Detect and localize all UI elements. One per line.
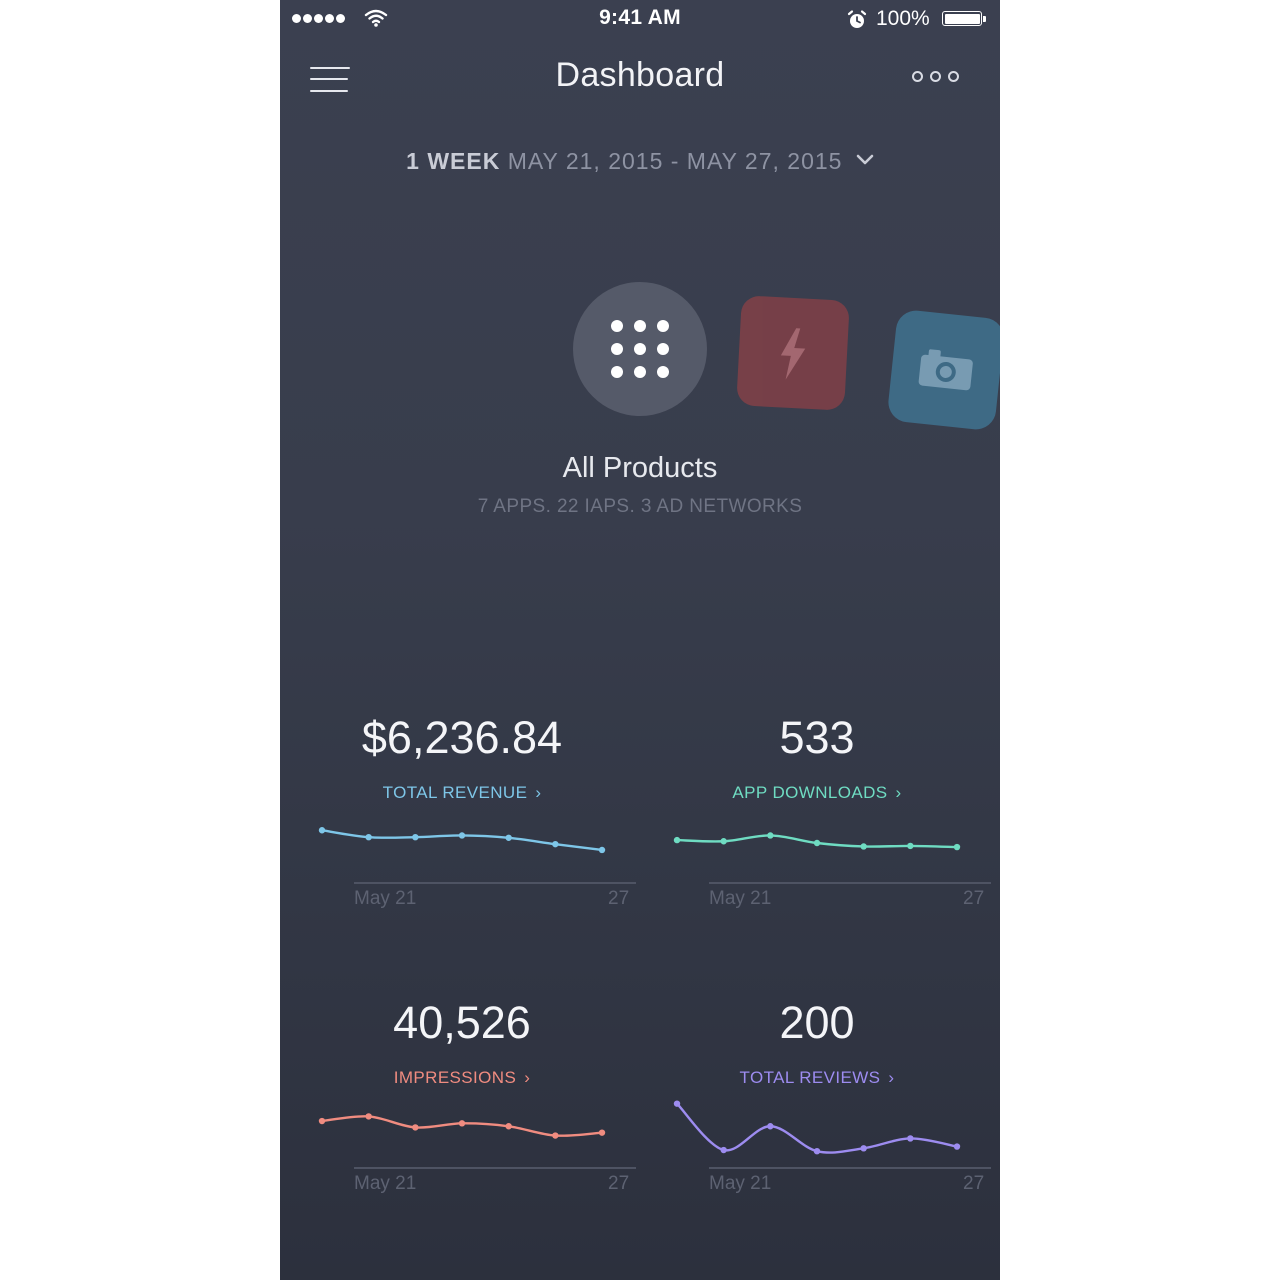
chevron-right-icon: › <box>895 783 902 802</box>
impressions-card[interactable]: 40,526 IMPRESSIONS › May 21 27 <box>312 997 636 1207</box>
axis-end-label: 27 <box>963 888 985 909</box>
range-dates: MAY 21, 2015 - MAY 27, 2015 <box>507 148 843 174</box>
reviews-label[interactable]: TOTAL REVIEWS › <box>667 1068 967 1088</box>
impressions-sparkline <box>318 1113 606 1139</box>
chart-baseline <box>709 1167 991 1169</box>
chevron-down-icon <box>856 154 874 165</box>
impressions-label-text: IMPRESSIONS <box>393 1068 517 1087</box>
revenue-label[interactable]: TOTAL REVENUE › <box>312 783 612 803</box>
sparkline-point <box>505 834 512 841</box>
sparkline-point <box>813 839 821 847</box>
more-options-icon[interactable] <box>912 71 959 82</box>
sparkline-point <box>860 843 867 850</box>
grid-icon <box>611 320 669 378</box>
sparkline-point <box>953 1143 961 1150</box>
chevron-right-icon: › <box>535 783 542 802</box>
axis-start-label: May 21 <box>709 888 772 909</box>
chart-baseline <box>709 882 991 884</box>
reviews-card[interactable]: 200 TOTAL REVIEWS › May 21 27 <box>667 997 991 1207</box>
downloads-label-text: APP DOWNLOADS <box>732 783 888 802</box>
lightning-icon <box>780 328 806 380</box>
downloads-card[interactable]: 533 APP DOWNLOADS › May 21 27 <box>667 712 991 922</box>
axis-end-label: 27 <box>608 1173 630 1194</box>
revenue-sparkline <box>318 827 606 854</box>
sparkline-point <box>673 1100 681 1107</box>
sparkline-point <box>813 1148 821 1155</box>
sparkline-point <box>318 827 326 834</box>
reviews-label-text: TOTAL REVIEWS <box>739 1068 881 1087</box>
downloads-sparkline <box>673 832 961 851</box>
alarm-icon <box>847 10 867 28</box>
axis-end-label: 27 <box>963 1173 985 1194</box>
revenue-card[interactable]: $6,236.84 TOTAL REVENUE › May 21 27 <box>312 712 636 922</box>
status-bar: 9:41 AM 100% <box>280 0 1000 40</box>
sparkline-point <box>505 1123 512 1130</box>
sparkline-point <box>412 834 419 841</box>
battery-icon <box>942 11 986 26</box>
sparkline-point <box>720 1146 727 1154</box>
sparkline-point <box>458 1120 466 1127</box>
app-product-lightning[interactable] <box>736 295 850 411</box>
app-product-camera[interactable] <box>886 308 1000 432</box>
page-title: Dashboard <box>555 56 725 94</box>
sparkline-point <box>412 1124 419 1131</box>
impressions-value: 40,526 <box>393 997 531 1048</box>
products-title: All Products <box>562 452 718 484</box>
camera-icon <box>918 349 973 391</box>
sparkline-point <box>552 1132 559 1139</box>
reviews-value: 200 <box>779 997 855 1048</box>
axis-start-label: May 21 <box>354 888 417 909</box>
sparkline-point <box>598 1129 606 1136</box>
sparkline-point <box>365 1113 372 1120</box>
range-period: 1 WEEK <box>406 148 501 174</box>
axis-start-label: May 21 <box>709 1173 772 1194</box>
sparkline-point <box>458 832 466 839</box>
sparkline-point <box>767 1123 774 1130</box>
date-range-selector[interactable]: 1 WEEK MAY 21, 2015 - MAY 27, 2015 <box>280 148 1000 175</box>
revenue-label-text: TOTAL REVENUE <box>382 783 528 802</box>
sparkline-point <box>598 846 606 854</box>
sparkline-point <box>860 1145 867 1152</box>
reviews-sparkline <box>673 1100 961 1155</box>
sparkline-point <box>673 836 681 844</box>
sparkline-path <box>676 1102 958 1154</box>
sparkline-point <box>907 842 914 850</box>
chevron-right-icon: › <box>524 1068 531 1087</box>
axis-end-label: 27 <box>608 888 630 909</box>
sparkline-point <box>318 1117 326 1125</box>
sparkline-point <box>552 840 559 848</box>
sparkline-point <box>767 832 774 839</box>
impressions-label[interactable]: IMPRESSIONS › <box>312 1068 612 1088</box>
chevron-right-icon: › <box>888 1068 895 1087</box>
downloads-value: 533 <box>779 712 855 763</box>
sparkline-point <box>365 834 372 841</box>
products-subtitle: 7 APPS. 22 IAPS. 3 AD NETWORKS <box>477 496 803 517</box>
chart-baseline <box>354 1167 636 1169</box>
all-products-button[interactable] <box>573 282 707 416</box>
battery-percentage: 100% <box>876 7 930 30</box>
sparkline-point <box>720 838 727 845</box>
sparkline-point <box>907 1135 914 1142</box>
phone-screen: 9:41 AM 100% Dashboard 1 WEEK MAY 21, 20… <box>280 0 1000 1280</box>
revenue-value: $6,236.84 <box>361 712 563 763</box>
chart-baseline <box>354 882 636 884</box>
downloads-label[interactable]: APP DOWNLOADS › <box>667 783 967 803</box>
sparkline-point <box>953 843 961 851</box>
axis-start-label: May 21 <box>354 1173 417 1194</box>
